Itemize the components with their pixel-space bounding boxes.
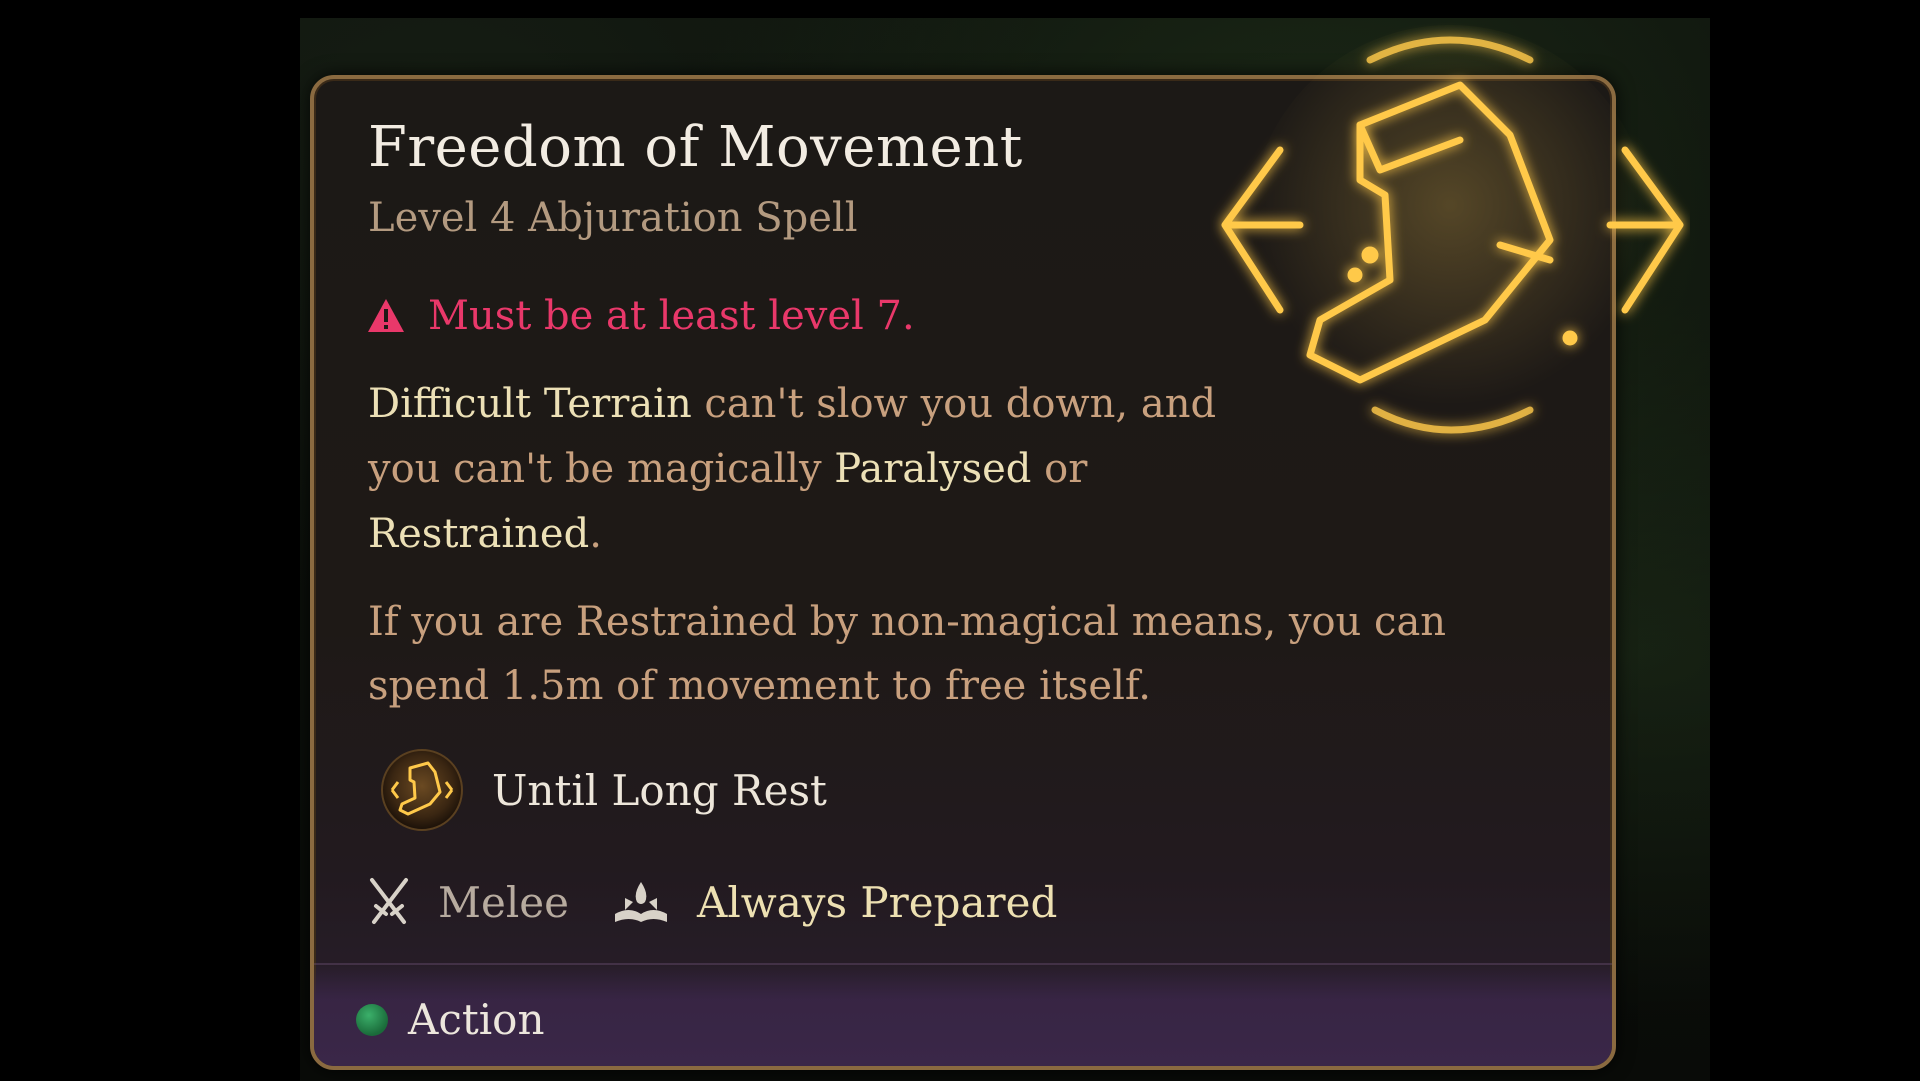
duration-label: Until Long Rest xyxy=(492,765,827,815)
spellbook-icon xyxy=(615,882,668,922)
action-cost: Action xyxy=(356,995,545,1044)
tag-always-prepared[interactable]: Always Prepared xyxy=(611,876,1057,928)
action-dot-icon xyxy=(356,1003,388,1036)
requirement-warning: Must be at least level 7. xyxy=(366,293,915,339)
warning-triangle-icon xyxy=(368,299,404,332)
description-text: or xyxy=(1031,446,1088,492)
tag-melee[interactable]: Melee xyxy=(366,876,569,928)
duration-row: Until Long Rest xyxy=(380,748,827,832)
tag-melee-label: Melee xyxy=(438,877,570,927)
footer-divider xyxy=(314,963,1612,965)
spell-extra-description: If you are Restrained by non-magical mea… xyxy=(368,599,1447,709)
keyword-restrained[interactable]: Restrained xyxy=(368,511,589,557)
requirement-text: Must be at least level 7. xyxy=(428,293,915,339)
crossed-swords-icon xyxy=(370,878,408,924)
keyword-difficult-terrain[interactable]: Difficult Terrain xyxy=(368,381,692,427)
description-text: . xyxy=(589,511,602,557)
action-cost-label: Action xyxy=(408,995,545,1044)
boot-spell-icon xyxy=(1221,25,1684,434)
spell-tags: Melee Always Prepared xyxy=(366,876,1099,928)
boot-medallion-icon xyxy=(381,749,463,831)
keyword-paralysed[interactable]: Paralysed xyxy=(834,446,1031,492)
spell-subtitle: Level 4 Abjuration Spell xyxy=(368,195,858,241)
tag-always-prepared-label: Always Prepared xyxy=(697,877,1058,927)
spell-title: Freedom of Movement xyxy=(368,115,1023,180)
spell-description: Difficult Terrain can't slow you down, a… xyxy=(368,372,1228,567)
